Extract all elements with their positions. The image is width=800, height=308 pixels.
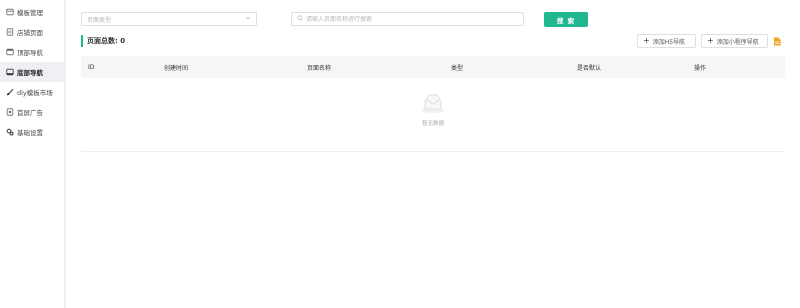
sidebar-item-label: 店铺页面 — [17, 29, 43, 37]
sidebar-item-label: 基础设置 — [17, 129, 43, 137]
store-page-icon — [5, 28, 14, 37]
empty-text: 暂无数据 — [421, 121, 444, 127]
add-h5-nav-button[interactable]: + 添加H5导航 — [637, 34, 696, 48]
sidebar-item-label: diy模板市场 — [17, 89, 53, 97]
sidebar-item-basic-settings[interactable]: 基础设置 — [0, 122, 64, 142]
sidebar: 模板管理 店铺页面 顶部导航 底部导航 diy模板市场 首屏广告 基础设置 — [0, 0, 65, 308]
add-miniprogram-nav-button[interactable]: + 添加小程序导航 — [701, 34, 768, 48]
add-miniprogram-nav-label: 添加小程序导航 — [716, 38, 759, 46]
search-input[interactable] — [306, 15, 518, 23]
search-icon — [297, 15, 306, 23]
bottom-nav-icon — [5, 68, 14, 77]
column-header-type: 类型 — [451, 64, 464, 72]
ad-icon — [5, 108, 14, 117]
table-header: ID 创建时间 页面名称 类型 是否默认 操作 — [81, 56, 785, 78]
plus-icon: + — [707, 36, 714, 45]
add-h5-nav-label: 添加H5导航 — [652, 38, 686, 46]
search-button[interactable]: 搜 索 — [544, 12, 588, 27]
gear-icon — [5, 128, 14, 137]
page-count: 页面总数: 0 — [81, 35, 125, 47]
top-nav-icon — [5, 48, 14, 57]
column-header-actions: 操作 — [694, 64, 707, 72]
template-icon — [5, 8, 14, 17]
table-body: 暂无数据 — [81, 78, 785, 152]
sidebar-item-label: 顶部导航 — [17, 49, 43, 57]
nav-table: ID 创建时间 页面名称 类型 是否默认 操作 暂无数据 — [81, 56, 785, 152]
sidebar-item-label: 首屏广告 — [17, 109, 43, 117]
chevron-down-icon — [245, 15, 251, 23]
page-type-select[interactable]: 页面类型 — [81, 12, 257, 26]
empty-state: 暂无数据 — [81, 92, 785, 127]
brush-icon — [5, 88, 14, 97]
sidebar-item-bottom-nav[interactable]: 底部导航 — [0, 62, 64, 82]
search-box[interactable] — [291, 12, 524, 26]
column-header-id: ID — [88, 63, 95, 71]
sidebar-item-label: 底部导航 — [17, 69, 43, 77]
sidebar-item-label: 模板管理 — [17, 9, 43, 17]
column-header-is-default: 是否默认 — [577, 64, 602, 72]
page-type-placeholder: 页面类型 — [87, 16, 112, 24]
plus-icon: + — [643, 36, 650, 45]
sidebar-item-splash-ad[interactable]: 首屏广告 — [0, 102, 64, 122]
sidebar-item-store-page[interactable]: 店铺页面 — [0, 22, 64, 42]
sidebar-item-top-nav[interactable]: 顶部导航 — [0, 42, 64, 62]
main-content: 页面类型 搜 索 页面总数: 0 + 添加H5导航 + 添加小程序导航 ID 创… — [66, 0, 800, 308]
column-header-page-name: 页面名称 — [307, 64, 332, 72]
export-icon[interactable] — [773, 37, 781, 46]
empty-box-icon — [420, 92, 446, 116]
sidebar-item-diy-market[interactable]: diy模板市场 — [0, 82, 64, 102]
sidebar-item-template[interactable]: 模板管理 — [0, 2, 64, 22]
column-header-created-time: 创建时间 — [164, 64, 189, 72]
